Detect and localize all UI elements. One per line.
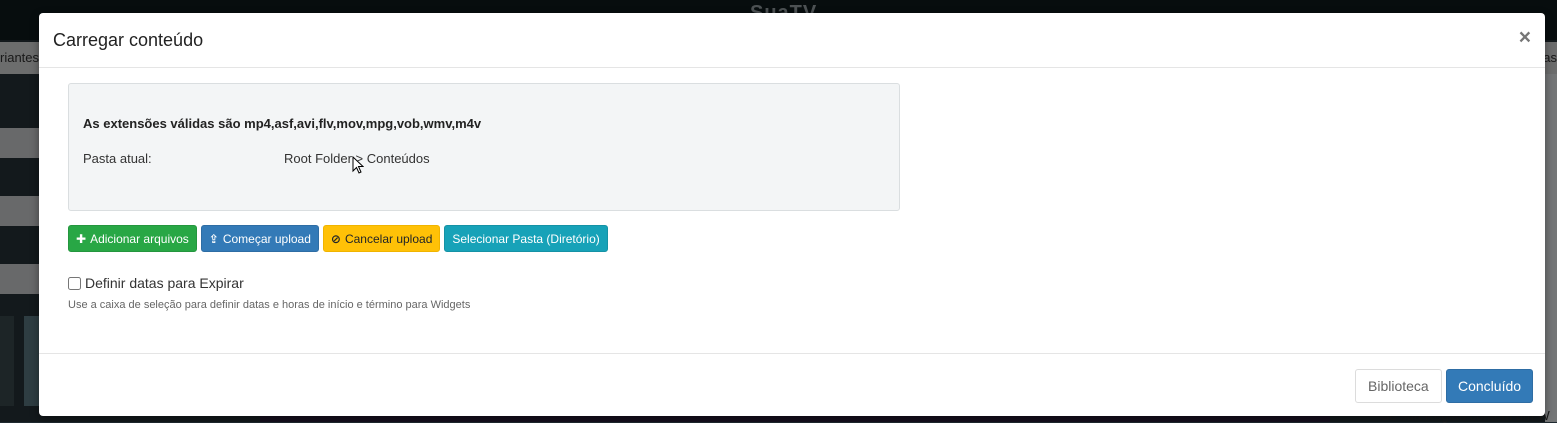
modal-header: Carregar conteúdo × xyxy=(39,13,1545,68)
close-icon[interactable]: × xyxy=(1519,27,1531,48)
plus-icon: ✚ xyxy=(76,231,87,246)
add-files-label: Adicionar arquivos xyxy=(90,231,189,246)
upload-modal: Carregar conteúdo × As extensões válidas… xyxy=(39,13,1545,416)
mouse-pointer-icon xyxy=(352,156,364,174)
modal-body: As extensões válidas são mp4,asf,avi,flv… xyxy=(39,68,1545,353)
start-upload-button[interactable]: ⇪ Começar upload xyxy=(200,225,319,252)
cancel-upload-label: Cancelar upload xyxy=(344,231,433,246)
modal-title: Carregar conteúdo xyxy=(53,30,204,50)
upload-icon: ⇪ xyxy=(208,231,219,246)
cancel-upload-button[interactable]: ⊘ Cancelar upload xyxy=(322,225,441,252)
done-button[interactable]: Concluído xyxy=(1446,369,1534,403)
add-files-button[interactable]: ✚ Adicionar arquivos xyxy=(68,225,197,252)
expire-dates-checkbox[interactable] xyxy=(68,276,81,290)
expire-dates-label: Definir datas para Expirar xyxy=(85,275,244,291)
start-upload-label: Começar upload xyxy=(222,231,311,246)
valid-extensions-text: As extensões válidas são mp4,asf,avi,flv… xyxy=(83,116,482,131)
upload-toolbar: ✚ Adicionar arquivos ⇪ Começar upload ⊘ … xyxy=(68,225,608,252)
select-folder-label: Selecionar Pasta (Diretório) xyxy=(452,231,600,246)
modal-footer: Biblioteca Concluído xyxy=(39,353,1545,417)
expire-help-text: Use a caixa de seleção para definir data… xyxy=(68,299,471,311)
library-button[interactable]: Biblioteca xyxy=(1355,369,1442,403)
upload-info-panel: As extensões válidas são mp4,asf,avi,flv… xyxy=(68,83,900,211)
expire-dates-option[interactable]: Definir datas para Expirar xyxy=(68,275,244,291)
ban-icon: ⊘ xyxy=(330,231,341,246)
current-folder-label: Pasta atual: xyxy=(83,151,152,166)
select-folder-button[interactable]: Selecionar Pasta (Diretório) xyxy=(444,225,608,252)
